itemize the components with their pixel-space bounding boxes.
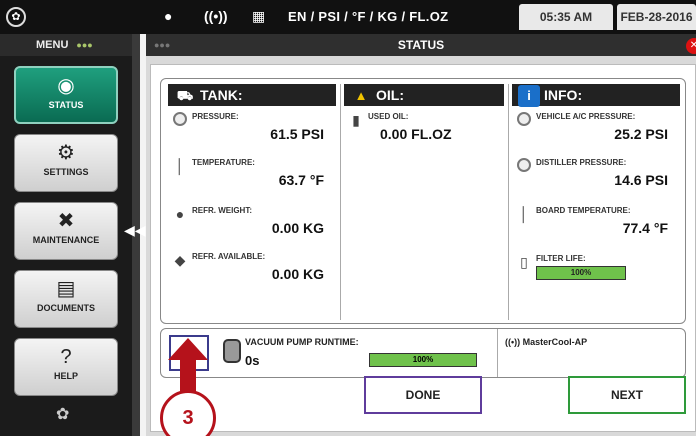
tools-icon: ✖ [57, 210, 75, 232]
fan-icon: ✿ [56, 406, 70, 423]
sidebar-item-label: SETTINGS [43, 167, 89, 177]
system-bar: ✿ ● ((•)) ▦ EN / PSI / °F / KG / FL.OZ 0… [0, 0, 696, 34]
next-button[interactable]: NEXT [568, 376, 686, 414]
help-icon: ? [60, 346, 72, 368]
tank-header: ⛟ TANK: [168, 84, 336, 106]
thermometer-icon: │ [519, 206, 529, 222]
tank-icon: ⛟ [176, 88, 194, 103]
oil-header: ▲ OIL: [344, 84, 504, 106]
date-display: FEB-28-2016 [617, 4, 696, 30]
units-label[interactable]: EN / PSI / °F / KG / FL.OZ [288, 9, 448, 24]
bluetooth-icon: ● [164, 8, 173, 24]
sidebar-item-label: DOCUMENTS [37, 303, 95, 313]
oil-bottle-icon: ▮ [352, 112, 360, 128]
status-icon: ◉ [57, 75, 75, 97]
sidebar-item-settings[interactable]: ⚙ SETTINGS [14, 134, 118, 192]
sidebar-item-maintenance[interactable]: ✖ MAINTENANCE [14, 202, 118, 260]
done-button[interactable]: DONE [364, 376, 482, 414]
info-header: i INFO: [512, 84, 680, 107]
wifi-icon: ((•)) [505, 337, 521, 347]
sidebar-menu: MENU ●●● ◀◀ ◉ STATUS ⚙ SETTINGS ✖ MAINTEN… [0, 34, 146, 436]
time-display: 05:35 AM [519, 4, 613, 30]
pump-icon [223, 339, 241, 363]
window-titlebar: ●●● STATUS ✕ [146, 34, 696, 56]
gauge-icon [516, 112, 532, 130]
panel-divider [508, 84, 509, 320]
window-dots-icon: ●●● [154, 40, 171, 50]
menu-title: MENU ●●● [0, 34, 132, 56]
oil-panel: ▲ OIL: ▮ USED OIL: 0.00 FL.OZ [344, 84, 504, 320]
sidebar-item-label: HELP [53, 371, 78, 381]
app-logo-icon: ✿ [6, 7, 26, 27]
document-icon: ▤ [56, 278, 76, 300]
wifi-icon: ((•)) [204, 8, 228, 24]
runtime-progress-bar: 100% [369, 353, 477, 367]
runtime-panel: ⟳ VACUUM PUMP RUNTIME: 0s 100% ((•)) Mas… [160, 328, 686, 378]
panel-divider [340, 84, 341, 320]
thermometer-icon: │ [175, 158, 185, 174]
sidebar-item-label: STATUS [48, 100, 84, 110]
gear-icon: ⚙ [57, 142, 75, 164]
runtime-value: 0s [245, 353, 260, 368]
gauge-icon [172, 112, 188, 130]
filter-icon: ▯ [520, 254, 528, 270]
gauge-icon [516, 158, 532, 176]
warning-icon: ▲ [354, 88, 368, 103]
close-icon[interactable]: ✕ [686, 38, 696, 54]
red-arrow-icon [168, 338, 208, 398]
tank-panel: ⛟ TANK: PRESSURE: 61.5 PSI │ TEMPERATURE:… [168, 84, 336, 320]
refrigerant-icon: ◆ [174, 252, 186, 268]
info-icon: i [518, 85, 540, 107]
panel-divider [497, 329, 498, 377]
sidebar-item-label: MAINTENANCE [32, 235, 100, 245]
network-status: ((•)) MasterCool-AP [505, 337, 588, 347]
sidebar-item-help[interactable]: ? HELP [14, 338, 118, 396]
sidebar-item-status[interactable]: ◉ STATUS [14, 66, 118, 124]
window-title: STATUS [397, 38, 445, 52]
printer-icon: ▦ [252, 8, 266, 24]
filter-life-bar: 100% [536, 266, 626, 280]
info-panel: i INFO: VEHICLE A/C PRESSURE: 25.2 PSI DI… [512, 84, 680, 320]
drop-icon: ● [175, 206, 185, 222]
runtime-label: VACUUM PUMP RUNTIME: [245, 337, 359, 347]
sidebar-item-documents[interactable]: ▤ DOCUMENTS [14, 270, 118, 328]
collapse-sidebar-icon[interactable]: ◀◀ [124, 222, 146, 239]
